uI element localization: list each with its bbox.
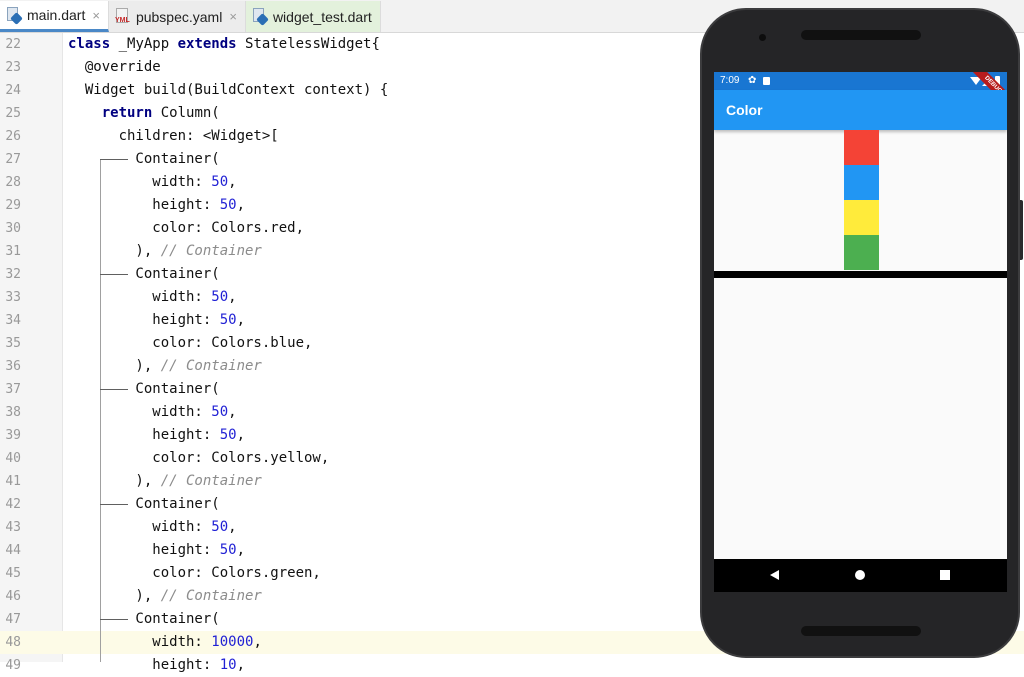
code-text[interactable]: children: <Widget>[: [68, 125, 279, 148]
code-text[interactable]: ), // Container: [68, 585, 261, 608]
line-number: 44: [5, 543, 21, 558]
line-number: 42: [5, 497, 21, 512]
app-bar-title: Color: [726, 102, 763, 118]
dart-file-icon: [6, 6, 22, 24]
dart-file-icon: [252, 8, 268, 25]
code-text[interactable]: width: 50,: [68, 286, 236, 309]
line-number: 48: [5, 635, 21, 650]
code-text[interactable]: @override: [68, 56, 161, 79]
green-container: [844, 235, 879, 270]
code-text[interactable]: Container(: [68, 378, 219, 401]
back-icon[interactable]: [770, 570, 779, 580]
code-text[interactable]: width: 50,: [68, 171, 236, 194]
line-number: 25: [5, 106, 21, 121]
tab-widget-test-dart[interactable]: widget_test.dart: [245, 1, 381, 32]
blue-container: [844, 165, 879, 200]
black-wide-container: [714, 271, 1007, 278]
indent-guide-branch: [100, 504, 128, 505]
line-number: 33: [5, 290, 21, 305]
recents-icon[interactable]: [940, 570, 950, 580]
home-icon[interactable]: [855, 570, 865, 580]
line-number: 29: [5, 198, 21, 213]
close-tab-icon[interactable]: ×: [92, 8, 100, 23]
code-text[interactable]: color: Colors.green,: [68, 562, 321, 585]
indent-guide-branch: [100, 159, 128, 160]
tab-main-dart[interactable]: main.dart ×: [0, 1, 109, 32]
tab-pubspec-yaml[interactable]: YML pubspec.yaml ×: [108, 1, 246, 32]
close-tab-icon[interactable]: ×: [229, 9, 237, 24]
indent-guide-branch: [100, 389, 128, 390]
indent-guide: [100, 159, 101, 662]
line-number: 31: [5, 244, 21, 259]
line-number: 30: [5, 221, 21, 236]
line-number: 32: [5, 267, 21, 282]
tab-label: widget_test.dart: [272, 8, 372, 25]
android-nav-bar: [714, 559, 1007, 592]
code-text[interactable]: class _MyApp extends StatelessWidget{: [68, 33, 380, 56]
line-number: 46: [5, 589, 21, 604]
code-text[interactable]: height: 50,: [68, 424, 245, 447]
code-text[interactable]: width: 50,: [68, 516, 236, 539]
code-text[interactable]: height: 50,: [68, 309, 245, 332]
indent-guide-branch: [100, 619, 128, 620]
status-bar: 7:09 ✿ DEBUG: [714, 72, 1007, 110]
line-number: 49: [5, 658, 21, 673]
code-text[interactable]: height: 50,: [68, 194, 245, 217]
app-bar: Color: [714, 90, 1007, 130]
tab-label: pubspec.yaml: [135, 8, 223, 25]
line-number: 38: [5, 405, 21, 420]
phone-camera: [759, 34, 766, 41]
line-number: 26: [5, 129, 21, 144]
code-text[interactable]: color: Colors.yellow,: [68, 447, 329, 470]
code-text[interactable]: height: 10,: [68, 654, 245, 677]
code-text[interactable]: return Column(: [68, 102, 220, 125]
line-number: 36: [5, 359, 21, 374]
code-text[interactable]: Container(: [68, 608, 219, 631]
line-number: 40: [5, 451, 21, 466]
code-text[interactable]: color: Colors.red,: [68, 217, 304, 240]
code-text[interactable]: ), // Container: [68, 355, 261, 378]
settings-gear-icon: ✿: [748, 75, 757, 86]
sd-card-icon: [763, 77, 770, 85]
code-text[interactable]: ), // Container: [68, 240, 261, 263]
code-text[interactable]: Container(: [68, 148, 219, 171]
line-number: 27: [5, 152, 21, 167]
line-number: 22: [5, 37, 21, 52]
code-text[interactable]: width: 50,: [68, 401, 236, 424]
line-number: 28: [5, 175, 21, 190]
line-number: 39: [5, 428, 21, 443]
line-number: 37: [5, 382, 21, 397]
phone-bottom-speaker: [801, 626, 921, 636]
line-number: 47: [5, 612, 21, 627]
code-text[interactable]: width: 10000,: [68, 631, 262, 654]
code-text[interactable]: Widget build(BuildContext context) {: [68, 79, 388, 102]
phone-top-speaker: [801, 30, 921, 40]
line-number: 45: [5, 566, 21, 581]
code-text[interactable]: Container(: [68, 493, 219, 516]
indent-guide-branch: [100, 274, 128, 275]
yaml-file-icon: YML: [115, 8, 131, 25]
line-number: 23: [5, 60, 21, 75]
line-number: 41: [5, 474, 21, 489]
red-container: [844, 130, 879, 165]
code-text[interactable]: Container(: [68, 263, 219, 286]
status-time: 7:09: [720, 75, 740, 86]
yellow-container: [844, 200, 879, 235]
code-text[interactable]: color: Colors.blue,: [68, 332, 312, 355]
line-number: 35: [5, 336, 21, 351]
line-number: 34: [5, 313, 21, 328]
tab-label: main.dart: [27, 7, 86, 23]
line-number: 43: [5, 520, 21, 535]
emulator-screen[interactable]: 7:09 ✿ DEBUG Color: [714, 72, 1007, 592]
code-text[interactable]: ), // Container: [68, 470, 261, 493]
code-text[interactable]: height: 50,: [68, 539, 245, 562]
android-emulator: 7:09 ✿ DEBUG Color: [700, 8, 1020, 658]
line-number: 24: [5, 83, 21, 98]
